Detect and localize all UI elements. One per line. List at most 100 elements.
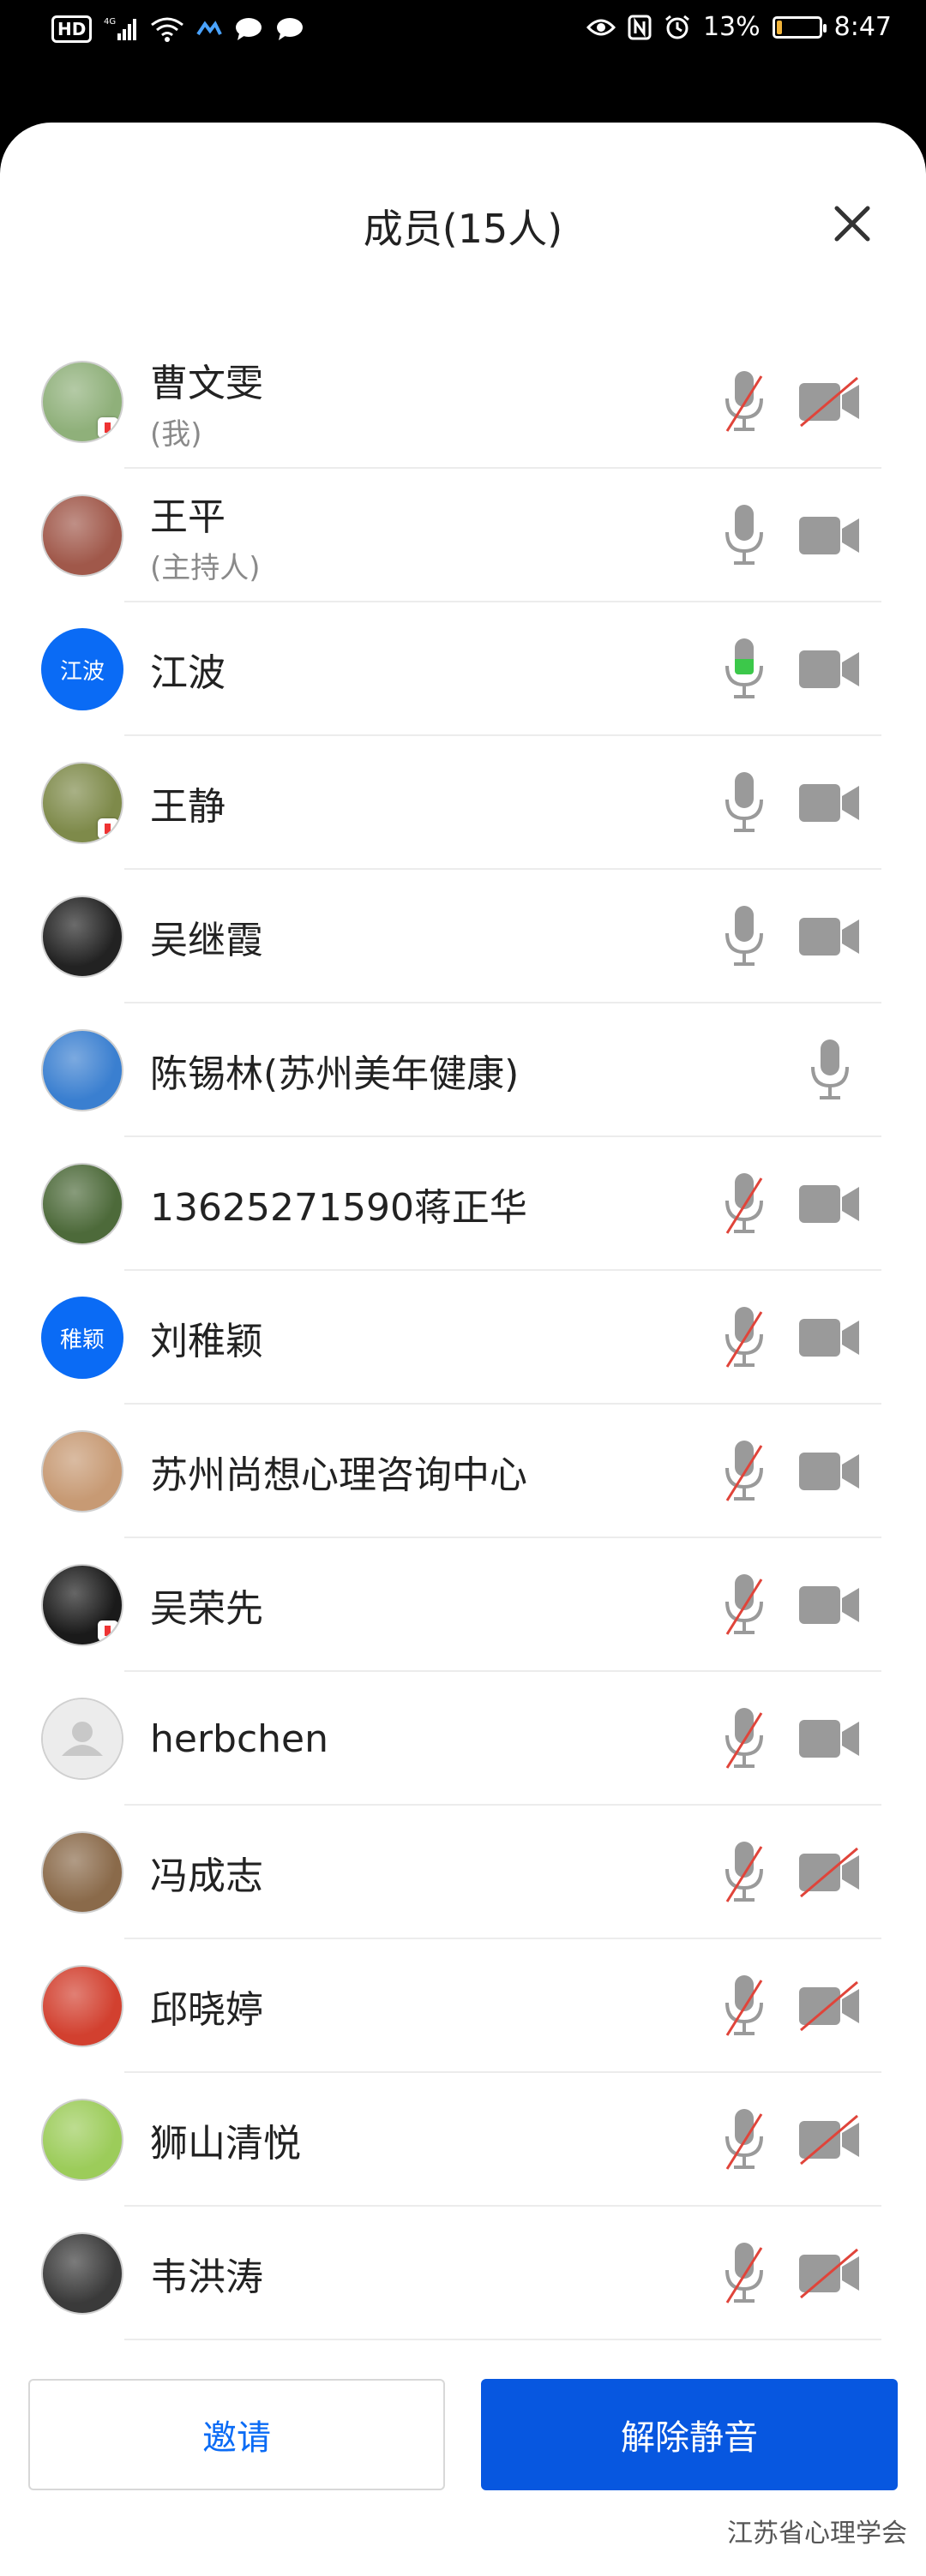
member-info: 吴继霞 bbox=[150, 870, 263, 1003]
device-badge-icon bbox=[98, 818, 118, 839]
camera-icon[interactable] bbox=[797, 1312, 863, 1363]
mic-muted-icon[interactable] bbox=[720, 1838, 768, 1907]
sheet-title: 成员(15人) bbox=[363, 206, 563, 252]
mic-muted-icon[interactable] bbox=[720, 1437, 768, 1506]
member-name: 陈锡林(苏州美年健康) bbox=[150, 1052, 520, 1096]
member-info: 韦洪涛 bbox=[150, 2207, 263, 2340]
eye-icon bbox=[586, 17, 616, 38]
avatar bbox=[41, 896, 123, 978]
camera-off-icon[interactable] bbox=[797, 2114, 863, 2166]
avatar bbox=[41, 2232, 123, 2315]
member-role: (主持人) bbox=[150, 550, 261, 585]
member-row[interactable]: 苏州尚想心理咨询中心 bbox=[0, 1405, 926, 1538]
mic-muted-icon[interactable] bbox=[720, 1704, 768, 1773]
nfc-icon bbox=[628, 15, 652, 40]
camera-icon[interactable] bbox=[797, 1579, 863, 1631]
status-bar: HD 4G 13% 8:47 bbox=[0, 0, 926, 64]
member-name: 苏州尚想心理咨询中心 bbox=[150, 1453, 527, 1497]
member-name: 曹文雯 bbox=[150, 361, 263, 405]
avatar bbox=[41, 1564, 123, 1646]
member-info: herbchen bbox=[150, 1672, 328, 1806]
wifi-icon bbox=[150, 16, 184, 42]
member-row[interactable]: herbchen bbox=[0, 1672, 926, 1806]
mic-muted-icon[interactable] bbox=[720, 1571, 768, 1639]
member-name: 狮山清悦 bbox=[150, 2122, 301, 2166]
member-row[interactable]: 稚颖 刘稚颖 bbox=[0, 1271, 926, 1405]
alarm-icon bbox=[664, 14, 691, 41]
chat-notification-icon bbox=[275, 16, 304, 42]
unmute-button[interactable]: 解除静音 bbox=[481, 2379, 898, 2490]
member-row[interactable]: 13625271590蒋正华 bbox=[0, 1137, 926, 1271]
close-icon bbox=[834, 206, 870, 242]
member-info: 吴荣先 bbox=[150, 1538, 263, 1672]
hd-indicator: HD bbox=[51, 15, 93, 43]
member-row[interactable]: 邱晓婷 bbox=[0, 1939, 926, 2073]
camera-off-icon[interactable] bbox=[797, 376, 863, 428]
member-info: 冯成志 bbox=[150, 1806, 263, 1939]
avatar: 江波 bbox=[41, 628, 123, 710]
camera-off-icon[interactable] bbox=[797, 1847, 863, 1898]
avatar: 稚颖 bbox=[41, 1297, 123, 1379]
mic-muted-icon[interactable] bbox=[720, 368, 768, 436]
camera-off-icon[interactable] bbox=[797, 2248, 863, 2299]
member-info: 邱晓婷 bbox=[150, 1939, 263, 2073]
member-row[interactable]: 王平 (主持人) bbox=[0, 469, 926, 602]
avatar bbox=[41, 494, 123, 577]
avatar bbox=[41, 1965, 123, 2047]
battery-percent: 13% bbox=[702, 12, 761, 42]
avatar bbox=[41, 1831, 123, 1914]
member-name: 吴荣先 bbox=[150, 1587, 263, 1631]
avatar bbox=[41, 1029, 123, 1111]
invite-button[interactable]: 邀请 bbox=[28, 2379, 445, 2490]
camera-icon[interactable] bbox=[797, 1446, 863, 1497]
close-button[interactable] bbox=[827, 198, 878, 249]
mic-muted-icon[interactable] bbox=[720, 1972, 768, 2040]
member-name: 刘稚颖 bbox=[150, 1320, 263, 1363]
network-type-label: 4G bbox=[104, 17, 116, 27]
member-name: 冯成志 bbox=[150, 1854, 263, 1898]
member-row[interactable]: 曹文雯 (我) bbox=[0, 335, 926, 469]
member-info: 江波 bbox=[150, 602, 225, 736]
mic-icon[interactable] bbox=[720, 501, 768, 570]
member-row[interactable]: 陈锡林(苏州美年健康) bbox=[0, 1003, 926, 1137]
chat-notification-icon bbox=[234, 16, 263, 42]
avatar bbox=[41, 762, 123, 844]
member-row[interactable]: 江波 江波 bbox=[0, 602, 926, 736]
member-row[interactable]: 冯成志 bbox=[0, 1806, 926, 1939]
avatar bbox=[41, 2099, 123, 2181]
member-row[interactable]: 狮山清悦 bbox=[0, 2073, 926, 2207]
mic-icon[interactable] bbox=[806, 1036, 854, 1105]
camera-icon[interactable] bbox=[797, 911, 863, 962]
avatar bbox=[41, 1163, 123, 1245]
member-name: 13625271590蒋正华 bbox=[150, 1186, 527, 1230]
mic-speaking-icon[interactable] bbox=[720, 635, 768, 704]
clock: 8:47 bbox=[833, 12, 892, 42]
mic-icon[interactable] bbox=[720, 769, 768, 837]
camera-off-icon[interactable] bbox=[797, 1980, 863, 2032]
member-name: 王静 bbox=[150, 785, 225, 829]
mic-muted-icon[interactable] bbox=[720, 1303, 768, 1372]
device-badge-icon bbox=[98, 1620, 118, 1641]
mic-muted-icon[interactable] bbox=[720, 2106, 768, 2174]
mic-icon[interactable] bbox=[720, 902, 768, 971]
camera-icon[interactable] bbox=[797, 1178, 863, 1230]
member-info: 曹文雯 (我) bbox=[150, 335, 263, 469]
mic-muted-icon[interactable] bbox=[720, 2239, 768, 2308]
camera-icon[interactable] bbox=[797, 777, 863, 829]
member-info: 陈锡林(苏州美年健康) bbox=[150, 1003, 519, 1137]
divider bbox=[124, 2339, 881, 2340]
member-row[interactable]: 韦洪涛 bbox=[0, 2207, 926, 2340]
member-name: 吴继霞 bbox=[150, 919, 263, 962]
app-notification-icon bbox=[196, 21, 223, 38]
member-info: 狮山清悦 bbox=[150, 2073, 301, 2207]
mic-muted-icon[interactable] bbox=[720, 1170, 768, 1238]
member-row[interactable]: 吴继霞 bbox=[0, 870, 926, 1003]
camera-icon[interactable] bbox=[797, 510, 863, 561]
member-row[interactable]: 王静 bbox=[0, 736, 926, 870]
member-row[interactable]: 吴荣先 bbox=[0, 1538, 926, 1672]
camera-icon[interactable] bbox=[797, 644, 863, 695]
battery-icon bbox=[772, 15, 827, 39]
member-info: 刘稚颖 bbox=[150, 1271, 263, 1405]
cellular-signal-icon: 4G bbox=[104, 16, 138, 42]
camera-icon[interactable] bbox=[797, 1713, 863, 1764]
